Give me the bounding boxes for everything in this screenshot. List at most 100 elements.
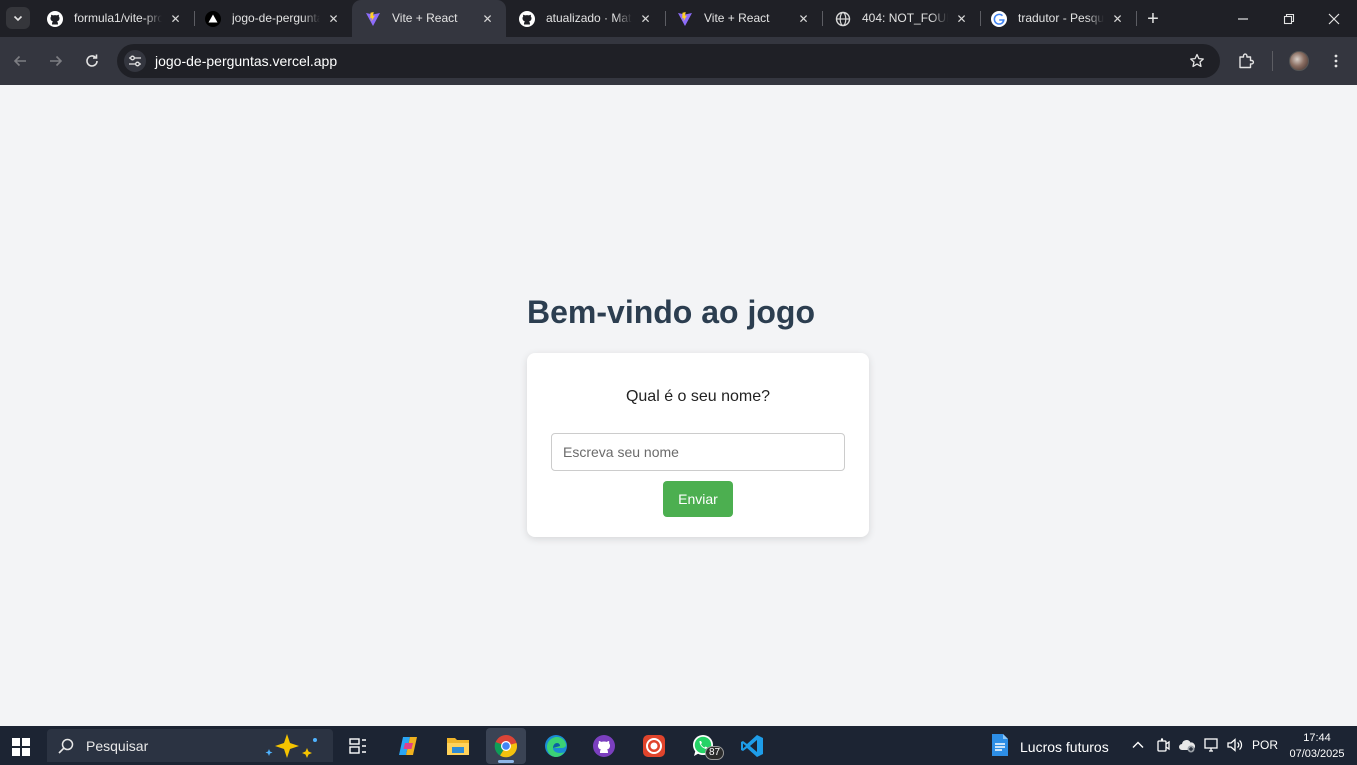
browser-toolbar: jogo-de-perguntas.vercel.app (0, 37, 1357, 85)
sparkle-icon (265, 734, 317, 758)
plus-icon: + (1147, 7, 1159, 30)
vscode-button[interactable] (732, 728, 772, 764)
onedrive-button[interactable] (1178, 736, 1196, 754)
input-language[interactable]: POR (1252, 738, 1278, 752)
file-explorer-button[interactable] (438, 728, 478, 764)
vite-icon (676, 10, 693, 27)
vite-icon (364, 10, 381, 27)
windows-start-icon[interactable] (12, 738, 30, 756)
network-button[interactable] (1202, 736, 1220, 754)
task-view-icon (349, 738, 366, 754)
tray-chevron-button[interactable] (1129, 736, 1147, 754)
close-icon[interactable]: ✕ (1109, 10, 1126, 27)
tab-title: atualizado · Mat (546, 11, 632, 25)
close-icon (1328, 13, 1340, 24)
meet-now-button[interactable] (1154, 736, 1172, 754)
notification-badge: 87 (705, 746, 725, 760)
extensions-button[interactable] (1234, 49, 1258, 73)
minimize-button[interactable] (1220, 0, 1266, 37)
github-desktop-icon (593, 735, 615, 757)
close-icon[interactable]: ✕ (167, 10, 184, 27)
address-bar[interactable]: jogo-de-perguntas.vercel.app (117, 44, 1220, 78)
browser-tab-strip: formula1/vite-project ✕ jogo-de-pergunta… (0, 0, 1357, 37)
chevron-down-icon (13, 15, 23, 22)
whatsapp-button[interactable]: 87 (683, 728, 725, 764)
copilot-button[interactable] (388, 728, 428, 764)
tab-vite-react[interactable]: Vite + React ✕ (664, 0, 822, 37)
document-icon (992, 734, 1008, 756)
tab-formula1[interactable]: formula1/vite-project ✕ (34, 0, 194, 37)
chevron-up-icon (1132, 741, 1144, 748)
edge-button[interactable] (536, 728, 576, 764)
tab-search-button[interactable] (6, 7, 30, 29)
volume-button[interactable] (1226, 736, 1244, 754)
minimize-icon (1238, 17, 1248, 20)
tune-icon (129, 55, 141, 67)
search-icon (58, 738, 74, 754)
forward-arrow-icon (50, 55, 63, 67)
github-desktop-button[interactable] (584, 728, 624, 764)
site-info-button[interactable] (124, 50, 146, 72)
bookmark-button[interactable] (1188, 52, 1206, 70)
close-icon[interactable]: ✕ (637, 10, 654, 27)
close-icon[interactable]: ✕ (953, 10, 970, 27)
url-text: jogo-de-perguntas.vercel.app (155, 53, 338, 69)
forward-button[interactable] (44, 49, 68, 73)
close-icon[interactable]: ✕ (795, 10, 812, 27)
back-arrow-icon (13, 55, 26, 67)
toolbar-divider (1272, 51, 1273, 71)
star-icon (1190, 53, 1204, 68)
close-icon[interactable]: ✕ (479, 10, 496, 27)
puzzle-icon (1239, 53, 1255, 69)
tab-title: jogo-de-perguntas (232, 11, 320, 25)
new-tab-button[interactable]: + (1142, 8, 1164, 30)
close-icon[interactable]: ✕ (325, 10, 342, 27)
edge-icon (545, 735, 567, 757)
close-window-button[interactable] (1311, 0, 1357, 37)
tab-jogo-de-perguntas[interactable]: jogo-de-perguntas ✕ (192, 0, 352, 37)
tab-404[interactable]: 404: NOT_FOUND ✕ (822, 0, 980, 37)
menu-button[interactable] (1324, 49, 1348, 73)
restore-button[interactable] (1266, 0, 1312, 37)
vscode-icon (741, 735, 763, 757)
taskbar-search[interactable]: Pesquisar (47, 729, 333, 762)
name-form-card: Qual é o seu nome? Enviar (527, 353, 869, 537)
tab-atualizado[interactable]: atualizado · Mat ✕ (506, 0, 664, 37)
recorder-button[interactable] (634, 728, 674, 764)
tab-title: Vite + React (392, 11, 458, 25)
system-clock[interactable]: 17:44 07/03/2025 (1283, 730, 1351, 762)
clock-time: 17:44 (1303, 732, 1331, 744)
tab-title: Vite + React (704, 11, 770, 25)
tab-tradutor[interactable]: tradutor - Pesquisa ✕ (978, 0, 1136, 37)
question-label: Qual é o seu nome? (625, 388, 771, 405)
tab-title: tradutor - Pesquisa (1018, 11, 1104, 25)
tab-separator (1136, 11, 1137, 26)
camera-icon (1157, 738, 1170, 752)
record-icon (643, 735, 665, 757)
widget-text: Lucros futuros (1020, 739, 1109, 755)
name-input[interactable] (551, 433, 845, 471)
clock-date: 07/03/2025 (1289, 748, 1345, 760)
back-button[interactable] (8, 49, 32, 73)
copilot-icon (399, 737, 417, 755)
profile-avatar[interactable] (1289, 51, 1309, 71)
windows-taskbar: Pesquisar 87 Lucros futuros POR 17:44 07… (0, 726, 1357, 765)
google-icon (990, 10, 1007, 27)
reload-icon (86, 54, 98, 67)
chrome-icon (494, 735, 518, 758)
task-view-button[interactable] (338, 728, 378, 764)
chrome-button[interactable] (486, 728, 526, 764)
reload-button[interactable] (80, 49, 104, 73)
submit-button[interactable]: Enviar (663, 481, 733, 517)
tab-vite-react-active[interactable]: Vite + React ✕ (352, 0, 506, 37)
github-icon (46, 10, 63, 27)
page-title: Bem-vindo ao jogo (527, 294, 815, 330)
cloud-icon (1179, 740, 1196, 753)
tab-title: formula1/vite-project (74, 11, 162, 25)
search-placeholder: Pesquisar (86, 738, 149, 754)
more-vert-icon (1334, 54, 1338, 68)
globe-icon (834, 10, 851, 27)
restore-icon (1283, 13, 1295, 24)
github-icon (518, 10, 535, 27)
page-content: Bem-vindo ao jogo Qual é o seu nome? Env… (0, 85, 1357, 726)
